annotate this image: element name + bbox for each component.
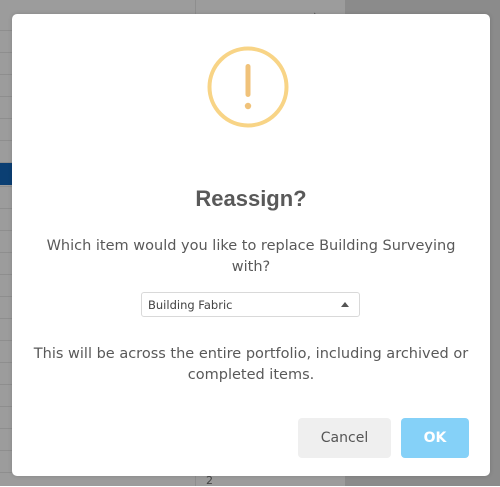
reassign-dialog: Reassign? Which item would you like to r…: [12, 14, 490, 476]
replacement-item-select[interactable]: Building Fabric: [141, 292, 360, 317]
exclamation-icon: [207, 46, 289, 128]
caret-up-icon: [341, 302, 349, 307]
dialog-title: Reassign?: [195, 186, 307, 211]
dialog-note: This will be across the entire portfolio…: [33, 346, 469, 383]
select-value: Building Fabric: [148, 298, 233, 312]
selected-row-marker: [0, 163, 12, 185]
cancel-button[interactable]: Cancel: [298, 418, 391, 458]
dialog-question: Which item would you like to replace Bui…: [46, 238, 456, 275]
ok-button[interactable]: OK: [401, 418, 469, 458]
